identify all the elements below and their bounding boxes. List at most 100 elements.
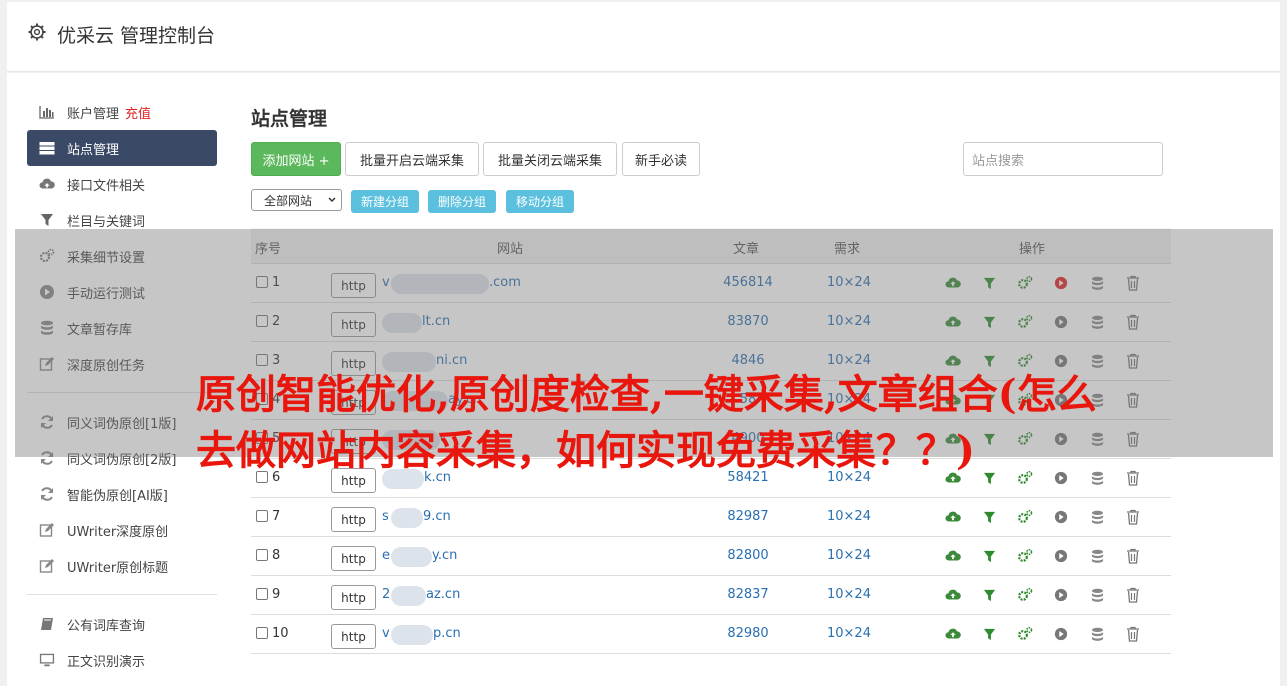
- trash-icon[interactable]: [1115, 587, 1151, 603]
- article-count[interactable]: 82980: [691, 626, 805, 641]
- sidebar-item-label: UWriter原创标题: [67, 560, 169, 576]
- sidebar-item-label: 正文识别演示: [67, 654, 146, 670]
- row-index: 8: [272, 548, 281, 563]
- site-url-prefix[interactable]: s: [382, 509, 389, 524]
- sidebar-item-account[interactable]: 账户管理 充值: [27, 94, 217, 130]
- batch-open-cloud-button[interactable]: 批量开启云端采集: [345, 142, 479, 176]
- article-count[interactable]: 82837: [691, 587, 805, 602]
- cloud-upload-icon[interactable]: [935, 626, 971, 642]
- sidebar-item-sites[interactable]: 站点管理: [27, 130, 217, 166]
- filter-icon[interactable]: [971, 548, 1007, 564]
- group-select-value: 全部网站: [264, 193, 313, 208]
- sidebar-item-public-lexicon[interactable]: 公有词库查询: [27, 606, 217, 642]
- play-icon[interactable]: [1043, 626, 1079, 642]
- gears-icon[interactable]: [1007, 626, 1043, 642]
- cloud-upload-icon[interactable]: [935, 587, 971, 603]
- site-url-prefix[interactable]: v: [382, 626, 390, 641]
- row-index: 10: [272, 626, 289, 641]
- play-icon[interactable]: [1043, 587, 1079, 603]
- monitor-icon: [39, 652, 55, 668]
- cloud-upload-icon[interactable]: [935, 548, 971, 564]
- site-search-input[interactable]: 站点搜索: [963, 142, 1163, 176]
- row-checkbox[interactable]: [256, 588, 268, 600]
- gears-icon[interactable]: [1007, 509, 1043, 525]
- cloud-upload-icon[interactable]: [935, 509, 971, 525]
- sidebar-item-api-files[interactable]: 接口文件相关: [27, 166, 217, 202]
- table-row: 7 http s 9.cn 82987 10×24: [251, 498, 1171, 537]
- table-row: 9 http 2 az.cn 82837 10×24: [251, 576, 1171, 615]
- recharge-link[interactable]: 充值: [125, 103, 151, 122]
- row-checkbox[interactable]: [256, 549, 268, 561]
- http-badge[interactable]: http: [331, 585, 376, 610]
- beginner-guide-button[interactable]: 新手必读: [622, 142, 700, 176]
- sidebar-item-ai-rewrite[interactable]: 智能伪原创[AI版]: [27, 476, 217, 512]
- bar-chart-icon: [39, 104, 55, 120]
- row-checkbox[interactable]: [256, 627, 268, 639]
- gears-icon[interactable]: [1007, 548, 1043, 564]
- database-icon[interactable]: [1079, 509, 1115, 525]
- delete-group-button[interactable]: 删除分组: [428, 190, 496, 213]
- chevron-down-icon: [328, 197, 336, 203]
- redacted-blur: [391, 586, 426, 606]
- sidebar-item-label: 公有词库查询: [67, 618, 146, 634]
- table-row: 10 http v p.cn 82980 10×24: [251, 615, 1171, 654]
- edit-icon: [39, 522, 55, 538]
- group-select[interactable]: 全部网站: [251, 189, 342, 211]
- demand-value[interactable]: 10×24: [811, 548, 887, 563]
- add-site-button[interactable]: 添加网站 +: [251, 142, 341, 176]
- filter-icon: [39, 212, 55, 228]
- http-badge[interactable]: http: [331, 546, 376, 571]
- site-url-suffix[interactable]: 9.cn: [423, 509, 451, 524]
- new-group-button[interactable]: 新建分组: [351, 190, 419, 213]
- row-actions: [935, 509, 1151, 525]
- database-icon[interactable]: [1079, 626, 1115, 642]
- demand-value[interactable]: 10×24: [811, 587, 887, 602]
- row-checkbox[interactable]: [256, 510, 268, 522]
- row-actions: [935, 626, 1151, 642]
- sidebar-item-uwriter-deep[interactable]: UWriter深度原创: [27, 512, 217, 548]
- http-badge[interactable]: http: [331, 507, 376, 532]
- row-index: 7: [272, 509, 281, 524]
- redacted-blur: [391, 508, 423, 528]
- site-url-prefix[interactable]: e: [382, 548, 390, 563]
- app-title: 优采云 管理控制台: [57, 25, 216, 47]
- demand-value[interactable]: 10×24: [811, 626, 887, 641]
- app-header: 优采云 管理控制台: [7, 2, 1280, 72]
- filter-icon[interactable]: [971, 626, 1007, 642]
- demand-value[interactable]: 10×24: [811, 509, 887, 524]
- database-icon[interactable]: [1079, 587, 1115, 603]
- page-title: 站点管理: [251, 108, 328, 130]
- site-url-suffix[interactable]: az.cn: [426, 587, 460, 602]
- row-actions: [935, 587, 1151, 603]
- http-badge[interactable]: http: [331, 624, 376, 649]
- edit-icon: [39, 558, 55, 574]
- trash-icon[interactable]: [1115, 470, 1151, 486]
- sidebar-item-label: 智能伪原创[AI版]: [67, 488, 168, 504]
- trash-icon[interactable]: [1115, 626, 1151, 642]
- play-icon[interactable]: [1043, 509, 1079, 525]
- sidebar-divider: [27, 594, 217, 595]
- gear-icon: [28, 23, 46, 41]
- sidebar-item-uwriter-title[interactable]: UWriter原创标题: [27, 548, 217, 584]
- row-index: 9: [272, 587, 281, 602]
- site-url-prefix[interactable]: 2: [382, 587, 390, 602]
- gears-icon[interactable]: [1007, 587, 1043, 603]
- move-group-button[interactable]: 移动分组: [506, 190, 574, 213]
- article-count[interactable]: 82800: [691, 548, 805, 563]
- article-count[interactable]: 82987: [691, 509, 805, 524]
- server-icon: [39, 140, 55, 156]
- trash-icon[interactable]: [1115, 509, 1151, 525]
- play-icon[interactable]: [1043, 548, 1079, 564]
- filter-icon[interactable]: [971, 587, 1007, 603]
- site-url-suffix[interactable]: y.cn: [432, 548, 457, 563]
- filter-icon[interactable]: [971, 509, 1007, 525]
- sidebar-item-label: 接口文件相关: [67, 178, 146, 194]
- sidebar-item-text-recognition[interactable]: 正文识别演示: [27, 642, 217, 678]
- database-icon[interactable]: [1079, 548, 1115, 564]
- site-url-suffix[interactable]: p.cn: [433, 626, 461, 641]
- sidebar-item-label: UWriter深度原创: [67, 524, 169, 540]
- redacted-blur: [391, 625, 433, 645]
- refresh-icon: [39, 486, 55, 502]
- trash-icon[interactable]: [1115, 548, 1151, 564]
- batch-close-cloud-button[interactable]: 批量关闭云端采集: [483, 142, 617, 176]
